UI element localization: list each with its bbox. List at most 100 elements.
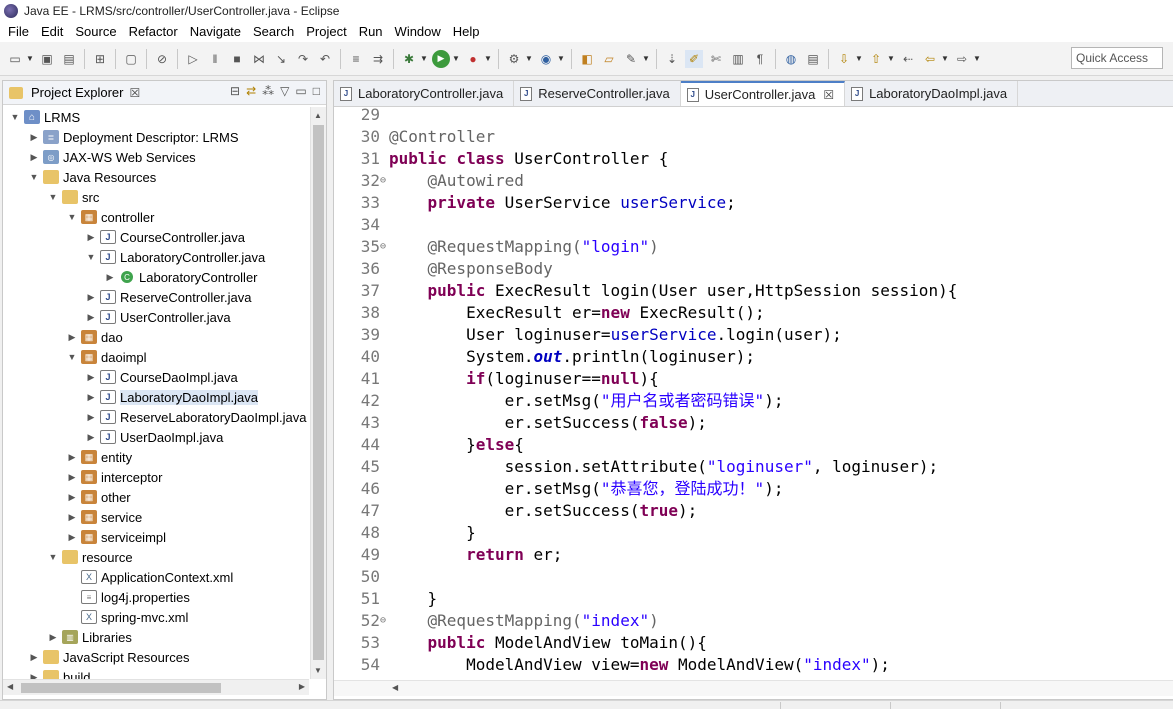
tree-item[interactable]: ▼ J LaboratoryController.java [85, 247, 266, 267]
previous-edit-icon[interactable]: ⇧ [867, 50, 885, 68]
search-icon[interactable]: ✎ [622, 50, 640, 68]
code-line[interactable]: 51 } [334, 588, 1173, 610]
tree-item[interactable]: ▶ J ReserveController.java [85, 287, 252, 307]
menu-navigate[interactable]: Navigate [184, 22, 247, 42]
block-selection-icon[interactable]: ✄ [707, 50, 725, 68]
editor-tab[interactable]: J LaboratoryDaoImpl.java [845, 81, 1019, 106]
globe-icon[interactable]: ◍ [782, 50, 800, 68]
tree-item[interactable]: ≡ log4j.properties [66, 587, 190, 607]
next-annotation-icon[interactable]: ⇣ [663, 50, 681, 68]
run-server-dropdown-icon[interactable]: ▼ [484, 50, 492, 68]
collapsed-arrow-icon[interactable]: ▶ [28, 652, 40, 663]
step-return-icon[interactable]: ↶ [316, 50, 334, 68]
new-server-icon[interactable]: ⚙ [505, 50, 523, 68]
skip-breakpoints-icon[interactable]: ⊘ [153, 50, 171, 68]
menu-edit[interactable]: Edit [35, 22, 69, 42]
collapsed-arrow-icon[interactable]: ▶ [85, 412, 97, 423]
use-step-filters-icon[interactable]: ⇉ [369, 50, 387, 68]
menu-window[interactable]: Window [389, 22, 447, 42]
terminate-icon[interactable]: ■ [228, 50, 246, 68]
menu-file[interactable]: File [2, 22, 35, 42]
scrollbar-thumb[interactable] [21, 683, 221, 693]
tree-item[interactable]: ▶ J UserController.java [85, 307, 231, 327]
web-service-icon[interactable]: ◉ [537, 50, 555, 68]
tree-item[interactable]: ▼ Java Resources [28, 167, 157, 187]
fold-toggle-icon[interactable]: ⊖ [380, 236, 388, 258]
new-icon[interactable]: ▭ [6, 50, 24, 68]
code-line[interactable]: 36 @ResponseBody [334, 258, 1173, 280]
link-with-editor-icon[interactable]: ⇄ [246, 84, 256, 98]
expanded-arrow-icon[interactable]: ▼ [66, 352, 78, 362]
collapse-all-icon[interactable]: ⊟ [230, 84, 240, 98]
expanded-arrow-icon[interactable]: ▼ [66, 212, 78, 222]
drop-to-frame-icon[interactable]: ≡ [347, 50, 365, 68]
code-line[interactable]: 32 ⊖ @Autowired [334, 170, 1173, 192]
code-line[interactable]: 42 er.setMsg("用户名或者密码错误"); [334, 390, 1173, 412]
code-line[interactable]: 33 private UserService userService; [334, 192, 1173, 214]
collapsed-arrow-icon[interactable]: ▶ [66, 492, 78, 503]
scroll-right-icon[interactable]: ▶ [299, 682, 305, 691]
tree-item[interactable]: ▶ J CourseController.java [85, 227, 245, 247]
run-dropdown-icon[interactable]: ▼ [452, 50, 460, 68]
view-menu-icon[interactable]: ▽ [280, 84, 289, 98]
run-icon[interactable]: ▶ [432, 49, 450, 68]
tree-item[interactable]: ▶ J UserDaoImpl.java [85, 427, 224, 447]
code-area[interactable]: 29 30 @Controller 31 public class UserContro… [334, 108, 1173, 680]
code-line[interactable]: 37 public ExecResult login(User user,Htt… [334, 280, 1173, 302]
code-line[interactable]: 46 er.setMsg("恭喜您，登陆成功！"); [334, 478, 1173, 500]
code-line[interactable]: 38 ExecResult er=new ExecResult(); [334, 302, 1173, 324]
close-icon[interactable]: ☒ [823, 88, 834, 102]
run-server-icon[interactable]: ● [464, 50, 482, 68]
tree-item[interactable]: ▼ ⌂ LRMS [9, 107, 81, 127]
tree-item[interactable]: ▶ ▦ serviceimpl [66, 527, 166, 547]
save-all-icon[interactable]: ▤ [60, 50, 78, 68]
fold-toggle-icon[interactable]: ⊖ [380, 610, 388, 632]
code-line[interactable]: 52 ⊖ @RequestMapping("index") [334, 610, 1173, 632]
mark-occurrences-icon[interactable]: ✐ [685, 49, 703, 68]
forward-dropdown-icon[interactable]: ▼ [973, 50, 981, 68]
close-icon[interactable]: ☒ [129, 86, 140, 100]
scroll-left-icon[interactable]: ◀ [392, 683, 398, 692]
tree-item[interactable]: ▶ ◎ JAX-WS Web Services [28, 147, 196, 167]
collapsed-arrow-icon[interactable]: ▶ [85, 232, 97, 243]
tree-item[interactable]: ▶ ▦ interceptor [66, 467, 163, 487]
web-service-dropdown-icon[interactable]: ▼ [557, 50, 565, 68]
last-edit-location-icon[interactable]: ⇠ [899, 50, 917, 68]
resume-icon[interactable]: ▷ [184, 50, 202, 68]
tree-item[interactable]: ▶ build [28, 667, 90, 679]
editor-tab[interactable]: J LaboratoryController.java [334, 81, 515, 106]
editor-horizontal-scrollbar[interactable]: ◀ [334, 680, 1173, 696]
code-line[interactable]: 34 [334, 214, 1173, 236]
code-line[interactable]: 49 return er; [334, 544, 1173, 566]
collapsed-arrow-icon[interactable]: ▶ [85, 432, 97, 443]
collapsed-arrow-icon[interactable]: ▶ [66, 452, 78, 463]
collapsed-arrow-icon[interactable]: ▶ [85, 292, 97, 303]
code-line[interactable]: 50 [334, 566, 1173, 588]
collapsed-arrow-icon[interactable]: ▶ [85, 372, 97, 383]
tree-item[interactable]: ▼ ▦ controller [66, 207, 155, 227]
disconnect-icon[interactable]: ⋈ [250, 50, 268, 68]
collapsed-arrow-icon[interactable]: ▶ [28, 132, 40, 143]
tree-item[interactable]: ▶ J ReserveLaboratoryDaoImpl.java [85, 407, 307, 427]
tree-item[interactable]: ▶ ▦ other [66, 487, 131, 507]
explorer-vertical-scrollbar[interactable]: ▲ ▼ [310, 107, 326, 679]
search-dropdown-icon[interactable]: ▼ [642, 50, 650, 68]
console-icon[interactable]: ▢ [122, 50, 140, 68]
binary-icon[interactable]: ⊞ [91, 50, 109, 68]
collapsed-arrow-icon[interactable]: ▶ [47, 632, 59, 643]
collapsed-arrow-icon[interactable]: ▶ [28, 152, 40, 163]
tree-item[interactable]: ▶ ▦ dao [66, 327, 123, 347]
tree-item[interactable]: ▶ JavaScript Resources [28, 647, 190, 667]
expanded-arrow-icon[interactable]: ▼ [9, 112, 21, 122]
tree-item[interactable]: X ApplicationContext.xml [66, 567, 233, 587]
code-line[interactable]: 41 if(loginuser==null){ [334, 368, 1173, 390]
fold-toggle-icon[interactable]: ⊖ [380, 170, 388, 192]
collapsed-arrow-icon[interactable]: ▶ [66, 472, 78, 483]
tree-item[interactable]: ▶ ▥ Libraries [47, 627, 132, 647]
menu-help[interactable]: Help [447, 22, 486, 42]
minimize-icon[interactable]: ▭ [295, 84, 306, 98]
open-type-icon[interactable]: ◧ [578, 50, 596, 68]
expanded-arrow-icon[interactable]: ▼ [85, 252, 97, 262]
collapsed-arrow-icon[interactable]: ▶ [85, 392, 97, 403]
collapsed-arrow-icon[interactable]: ▶ [66, 512, 78, 523]
